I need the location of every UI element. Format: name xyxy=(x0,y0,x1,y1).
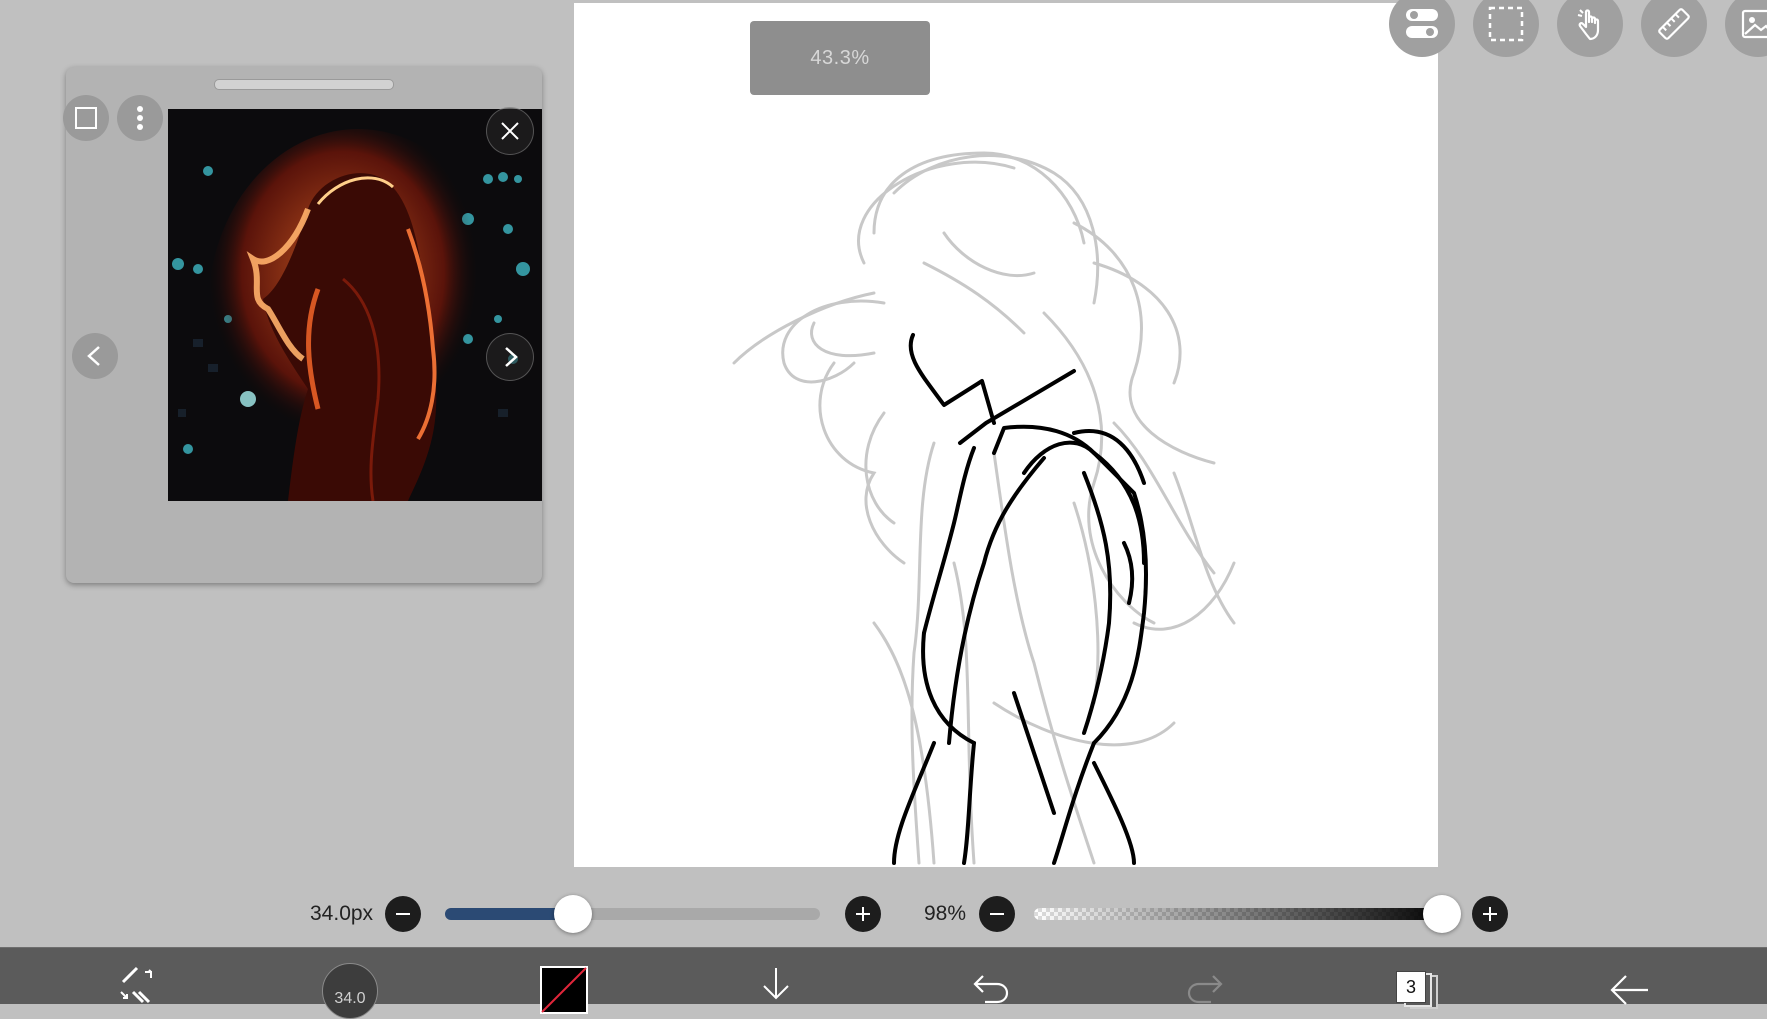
selection-button[interactable] xyxy=(1473,0,1539,57)
opacity-increase-button[interactable] xyxy=(1472,896,1508,932)
color-button[interactable] xyxy=(540,948,588,1014)
opacity-slider[interactable] xyxy=(1034,908,1450,920)
next-reference-button[interactable] xyxy=(486,333,534,381)
reference-photo[interactable] xyxy=(168,109,542,501)
layers-icon: 3 xyxy=(1396,971,1440,1009)
redo-icon xyxy=(1187,975,1223,1004)
reference-close-button[interactable] xyxy=(486,107,534,155)
plus-icon xyxy=(856,907,870,921)
more-vert-icon xyxy=(137,106,143,130)
download-button[interactable] xyxy=(754,948,798,1004)
brush-size-slider-knob[interactable] xyxy=(553,895,592,933)
close-icon xyxy=(501,122,519,140)
reference-photo-graphic xyxy=(168,109,542,501)
opacity-label: 98% xyxy=(924,902,967,925)
opacity-slider-knob[interactable] xyxy=(1422,895,1461,933)
square-frame-icon xyxy=(75,107,97,129)
brush-size-increase-button[interactable] xyxy=(845,896,881,932)
opacity-decrease-button[interactable] xyxy=(979,896,1015,932)
layers-button[interactable]: 3 xyxy=(1394,948,1442,1009)
ruler-icon xyxy=(1658,8,1690,40)
brush-size-icon: 34.0 xyxy=(322,963,378,1019)
ruler-button[interactable] xyxy=(1641,0,1707,57)
selection-icon xyxy=(1488,6,1524,42)
bottom-toolbar: 34.0 3 xyxy=(0,947,1767,1019)
brush-size-label: 34.0px xyxy=(310,902,374,925)
drag-handle[interactable] xyxy=(214,79,394,90)
chevron-left-icon xyxy=(87,346,100,366)
layers-toggle-icon xyxy=(1406,9,1438,38)
minus-icon xyxy=(396,913,410,915)
download-icon xyxy=(763,968,789,1000)
reference-image-button[interactable] xyxy=(1725,0,1767,57)
back-icon xyxy=(1610,975,1648,1005)
brush-size-badge: 34.0 xyxy=(334,990,366,1007)
image-icon xyxy=(1741,9,1767,39)
reference-window[interactable] xyxy=(63,67,542,583)
brush-eraser-switch-button[interactable] xyxy=(105,948,171,1004)
undo-button[interactable] xyxy=(969,948,1013,1004)
color-icon xyxy=(540,966,588,1014)
previous-reference-button[interactable] xyxy=(72,333,118,379)
layers-toggle-button[interactable] xyxy=(1389,0,1455,57)
layer-count: 3 xyxy=(1396,971,1426,1003)
brush-size-button[interactable]: 34.0 xyxy=(320,948,380,1019)
undo-icon xyxy=(973,975,1009,1004)
zoom-level-badge: 43.3% xyxy=(750,21,930,95)
frame-toggle-button[interactable] xyxy=(63,95,109,141)
brush-size-slider[interactable] xyxy=(445,908,820,920)
minus-icon xyxy=(990,913,1004,915)
drawing-canvas[interactable] xyxy=(574,3,1438,867)
plus-icon xyxy=(1483,907,1497,921)
redo-button[interactable] xyxy=(1183,948,1227,1004)
sketch-artwork xyxy=(732,151,1236,865)
hand-tool-button[interactable] xyxy=(1557,0,1623,57)
chevron-right-icon xyxy=(505,347,518,367)
hand-icon xyxy=(1577,9,1600,41)
reference-menu-button[interactable] xyxy=(117,95,163,141)
brush-eraser-switch-icon xyxy=(120,966,152,1004)
brush-size-decrease-button[interactable] xyxy=(385,896,421,932)
back-button[interactable] xyxy=(1606,948,1654,1005)
brush-settings-row: 34.0px 98% xyxy=(0,880,1767,948)
